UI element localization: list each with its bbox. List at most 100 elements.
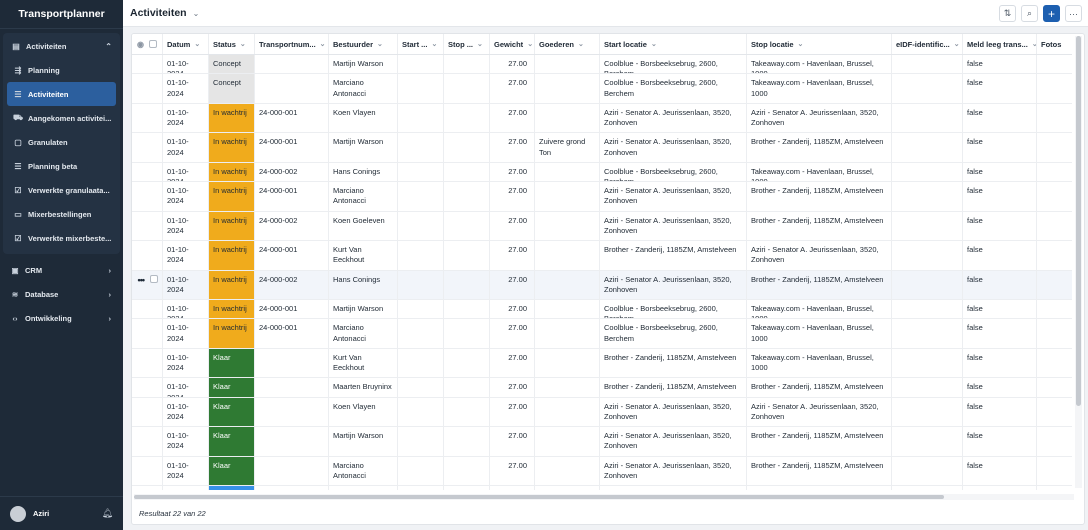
sidebar-group-header[interactable]: ▤ Activiteiten ⌃: [3, 34, 120, 58]
chevron-down-icon[interactable]: ⌄: [527, 40, 533, 48]
chevron-down-icon[interactable]: ⌄: [651, 40, 657, 48]
table-row[interactable]: 01-10-2024Klaar Maarten Bruyninx 27.00 Brot…: [132, 378, 1072, 398]
column-header[interactable]: Start ... ⌄: [398, 34, 444, 54]
sidebar-item-3[interactable]: ▢ Granulaten: [7, 130, 116, 154]
table-row[interactable]: 01-10-2024Concept Martijn Warson 27.00 Cool…: [132, 55, 1072, 75]
sidebar-item-1[interactable]: ☰ Activiteiten: [7, 82, 116, 106]
route-icon: ⇶: [14, 65, 22, 75]
cell-bestuurder: Hans Conings: [329, 270, 398, 300]
cell-empty: [892, 103, 963, 133]
row-checkbox[interactable]: [150, 274, 158, 283]
table-row[interactable]: 01-10-2024 In wachtrij 24-000-001 Koen Vlay…: [132, 103, 1072, 134]
chevron-down-icon[interactable]: ⌄: [431, 40, 437, 48]
chevron-down-icon[interactable]: ⌄: [578, 40, 584, 48]
cell-datum: 01-10-2024: [163, 378, 209, 397]
sidebar-item-label: Verwerkte granulaata...: [28, 185, 110, 195]
table-row[interactable]: 01-10-2024 Klaar Martijn Warson 27.00 Aziri …: [132, 427, 1072, 457]
vertical-scroll-thumb[interactable]: [1076, 36, 1081, 406]
add-button[interactable]: +: [1043, 5, 1060, 22]
search-button[interactable]: ⌕: [1021, 5, 1038, 22]
select-all-checkbox[interactable]: [148, 40, 157, 48]
chevron-down-icon[interactable]: ⌄: [377, 40, 383, 48]
cell-transport: 24-000-001: [255, 182, 329, 211]
chevron-down-icon[interactable]: ⌄: [477, 40, 483, 48]
column-header[interactable]: Bestuurder ⌄: [329, 34, 398, 54]
column-header[interactable]: Meld leeg trans...⌄: [963, 34, 1037, 54]
row-select-cell: [132, 103, 163, 133]
cell-empty: [1037, 486, 1072, 490]
visibility-column-header[interactable]: ◉: [132, 34, 163, 54]
column-header[interactable]: Gewicht ⌄: [490, 34, 535, 54]
column-header[interactable]: Datum ⌄: [163, 34, 209, 54]
row-select-cell: [132, 182, 163, 211]
table-row[interactable]: 01-10-2024 In wachtrij 24-000-001 Marciano …: [132, 182, 1072, 212]
column-header-label: Start locatie: [604, 39, 647, 49]
sidebar-item-2[interactable]: ⛟ Aangekomen activitei...: [7, 106, 116, 130]
avatar[interactable]: [10, 505, 26, 522]
chevron-down-icon[interactable]: ⌄: [240, 40, 246, 48]
column-header[interactable]: Start locatie ⌄: [600, 34, 747, 54]
row-select-cell: [132, 133, 163, 162]
column-header[interactable]: Status ⌄: [209, 34, 255, 54]
column-header[interactable]: Stop ... ⌄: [444, 34, 490, 54]
cell-gewicht: 27.00: [490, 300, 535, 319]
column-header[interactable]: Transportnum... ⌄: [255, 34, 329, 54]
cell-bestuurder: Kurt Van Eeckhout: [329, 348, 398, 378]
sidebar-item-label: Planning beta: [28, 161, 78, 171]
cell-goederen: [535, 456, 600, 486]
cell-stop_locatie: Aziri - Senator A. Jeurissenlaan, 3520, …: [747, 241, 892, 270]
sidebar-item-5[interactable]: ☑ Verwerkte granulaata...: [7, 178, 116, 202]
cell-datum: 01-10-2024: [163, 348, 209, 378]
sidebar-top-item-2[interactable]: ‹› Ontwikkeling ›: [0, 306, 123, 330]
chevron-down-icon[interactable]: ⌄: [320, 40, 326, 48]
sort-filter-button[interactable]: ⇅: [999, 5, 1016, 22]
cell-empty: [892, 319, 963, 348]
horizontal-scroll-thumb[interactable]: [134, 495, 944, 499]
chevron-down-icon[interactable]: ⌄: [193, 9, 200, 18]
table-row[interactable]: 01-10-2024 Klaar Kurt Van Eeckhout 27.00 Bro…: [132, 348, 1072, 379]
more-options-button[interactable]: ···: [1065, 5, 1082, 22]
row-actions-icon[interactable]: •••: [138, 275, 146, 285]
table-row[interactable]: 01-10-2024In wachtrij24-000-002Hans Coni…: [132, 162, 1072, 183]
column-header[interactable]: Goederen ⌄: [535, 34, 600, 54]
column-header[interactable]: Stop locatie ⌄: [747, 34, 892, 54]
bell-icon[interactable]: 🔔︎: [102, 508, 113, 519]
sidebar-item-label: Planning: [28, 65, 60, 75]
status-badge: Klaar: [209, 427, 255, 456]
cell-empty: [892, 486, 963, 490]
sidebar-item-0[interactable]: ⇶ Planning: [7, 58, 116, 82]
chevron-down-icon[interactable]: ⌄: [798, 40, 804, 48]
cell-empty: [398, 456, 444, 486]
table-row[interactable]: 01-10-2024 In wachtrij 24-000-002 Koen Goel…: [132, 211, 1072, 242]
horizontal-scrollbar[interactable]: [134, 494, 1074, 500]
table-row[interactable]: 01-10-2024 Concept Marciano Antonacci 27.00…: [132, 74, 1072, 104]
eye-icon[interactable]: ◉: [137, 40, 144, 49]
column-header-label: Bestuurder: [333, 39, 374, 49]
table-row[interactable]: 01-10-2024 Klaar Marciano Antonacci 27.00 Az…: [132, 456, 1072, 487]
cell-empty: [1037, 271, 1072, 300]
column-header-label: Stop ...: [448, 39, 473, 49]
chevron-down-icon[interactable]: ⌄: [954, 40, 960, 48]
cell-empty: [1037, 349, 1072, 378]
sidebar-item-4[interactable]: ☰ Planning beta: [7, 154, 116, 178]
table-row[interactable]: 01-10-2024In wachtrij24-000-001Martijn W…: [132, 133, 1072, 163]
table-row[interactable]: 01-10-2024 Klaar Koen Vlayen 27.00 Aziri - S…: [132, 397, 1072, 428]
column-header[interactable]: eIDF-identific... ⌄: [892, 34, 963, 54]
vertical-scrollbar[interactable]: [1075, 36, 1082, 488]
cell-empty: [892, 427, 963, 456]
chevron-down-icon[interactable]: ⌄: [194, 40, 200, 48]
cell-goederen: [535, 300, 600, 319]
sidebar-item-7[interactable]: ☑ Verwerkte mixerbeste...: [7, 226, 116, 250]
table-row[interactable]: 01-10-2024 In wachtrij 24-000-001 Kurt Van …: [132, 241, 1072, 271]
cell-meld: false: [963, 103, 1037, 133]
table-row[interactable]: ••• 01-10-2024 In wachtrij 24-000-002 Hans C…: [132, 270, 1072, 301]
row-select-cell: [132, 55, 163, 74]
sidebar-top-item-0[interactable]: ▣ CRM ›: [0, 258, 123, 282]
table-row[interactable]: 01-10-2024In wachtrij24-000-001Martijn W…: [132, 300, 1072, 320]
user-footer[interactable]: Aziri 🔔︎: [0, 496, 123, 530]
sidebar-top-item-1[interactable]: ≋ Database ›: [0, 282, 123, 306]
table-row[interactable]: 01-10-2024 In wachtrij 24-000-001 Marciano …: [132, 319, 1072, 349]
cell-gewicht: 27.00: [490, 162, 535, 182]
sidebar-item-6[interactable]: ▭ Mixerbestellingen: [7, 202, 116, 226]
table-row[interactable]: 01-10-2024Gestart Hans Conings 27.00 Brothe…: [132, 486, 1072, 490]
